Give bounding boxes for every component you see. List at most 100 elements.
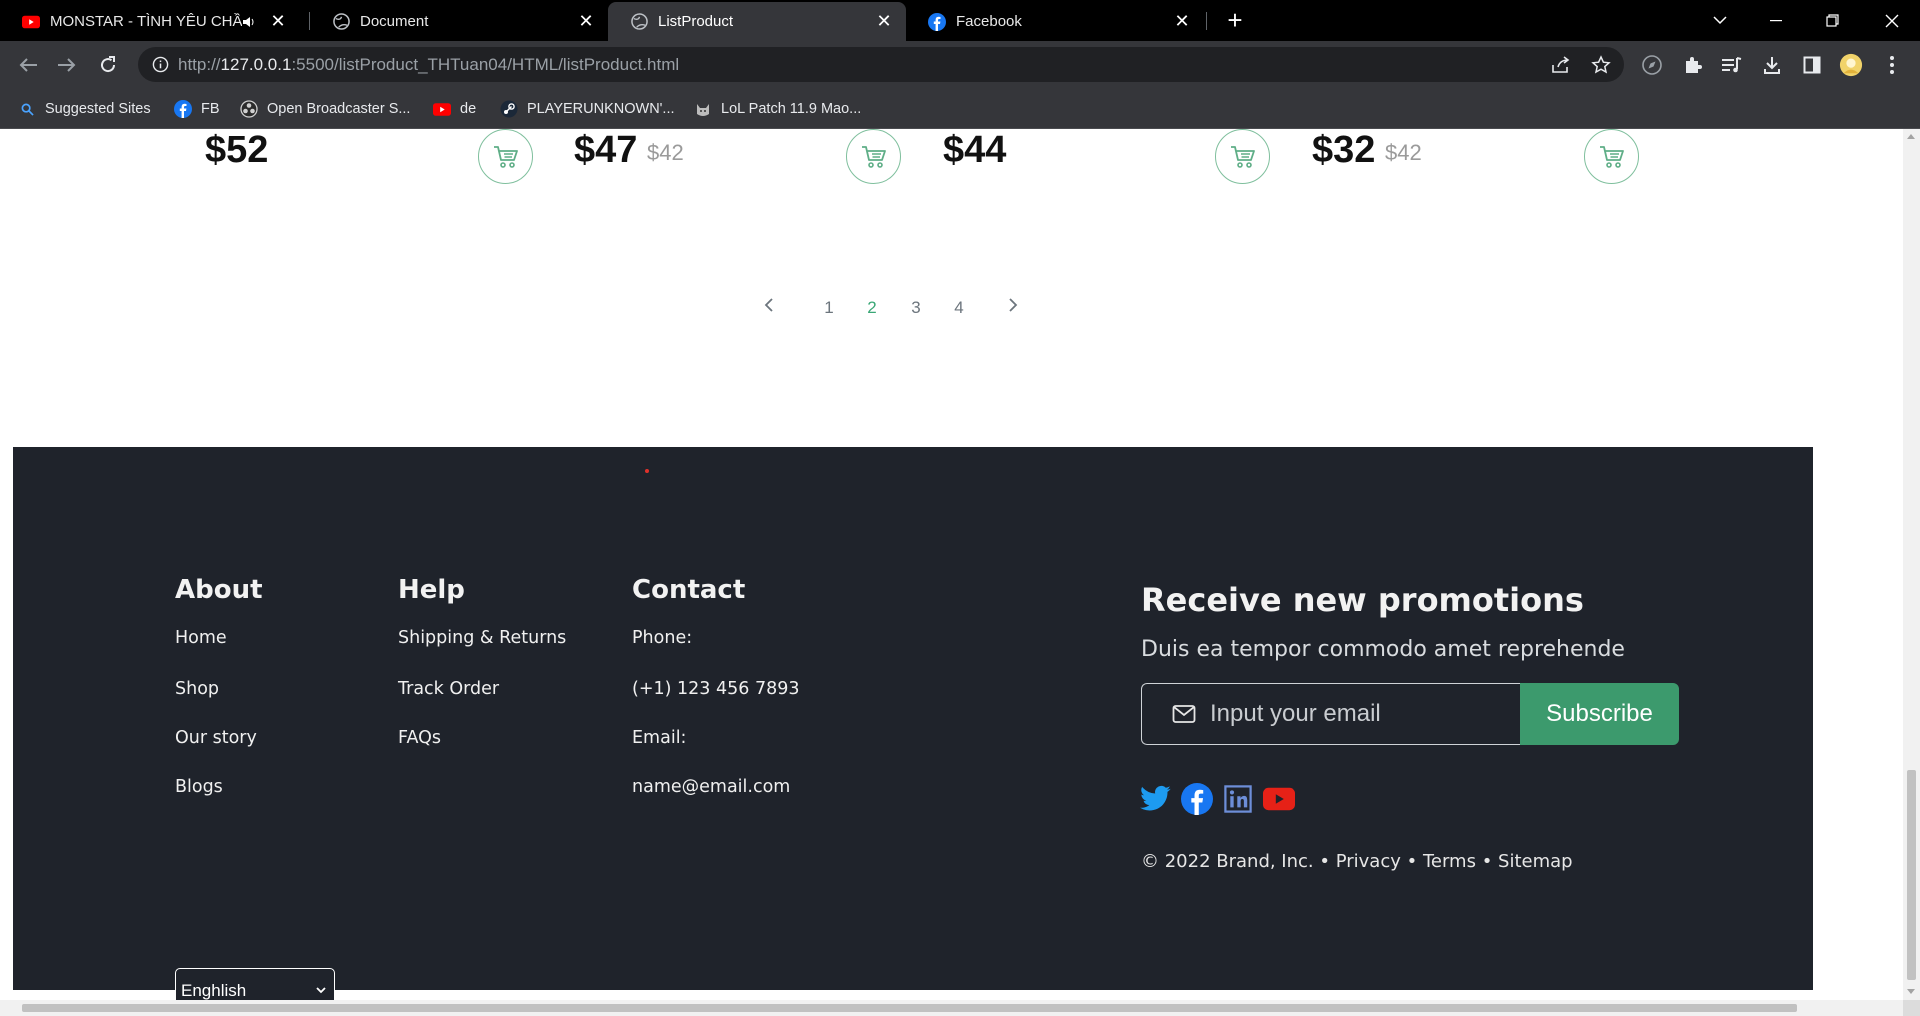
add-to-cart-button[interactable] (846, 129, 901, 184)
restore-icon[interactable] (1804, 0, 1860, 41)
address-bar[interactable]: http://127.0.0.1:5500/listProduct_THTuan… (138, 47, 1624, 82)
tab-document[interactable]: Document ✕ (310, 2, 608, 41)
media-queue-icon[interactable] (1720, 53, 1744, 77)
footer-link-sitemap[interactable]: Sitemap (1498, 851, 1573, 872)
bookmark-pubg[interactable]: PLAYERUNKNOWN'... (500, 89, 675, 129)
add-to-cart-button[interactable] (1215, 129, 1270, 184)
tab-title: MONSTAR - TÌNH YÊU CHẦM CHẬM (50, 13, 242, 30)
facebook-icon (928, 12, 946, 31)
site-info-icon[interactable] (152, 56, 169, 78)
tab-title: Facebook (956, 13, 1022, 30)
compass-extension-icon[interactable] (1640, 53, 1664, 77)
email-input[interactable]: Input your email (1141, 683, 1520, 745)
copyright-line: © 2022 Brand, Inc. • Privacy • Terms • S… (1141, 851, 1573, 872)
youtube-icon[interactable] (1263, 783, 1295, 815)
vertical-scrollbar[interactable] (1903, 129, 1920, 1000)
next-page-button[interactable] (1001, 293, 1025, 323)
tab-facebook[interactable]: Facebook ✕ (906, 2, 1204, 41)
share-icon[interactable] (1550, 54, 1572, 76)
minimize-icon[interactable] (1748, 0, 1804, 41)
horizontal-scrollbar[interactable] (0, 1000, 1903, 1016)
side-panel-icon[interactable] (1800, 53, 1824, 77)
url-path: :5500/listProduct_THTuan04/HTML/listProd… (291, 55, 680, 74)
extensions-icon[interactable] (1681, 53, 1705, 77)
footer-link-track-order[interactable]: Track Order (398, 679, 499, 699)
envelope-icon (1172, 705, 1196, 723)
bookmark-label: Open Broadcaster S... (267, 101, 411, 117)
scrollbar-corner (1903, 1000, 1920, 1016)
new-tab-button[interactable]: + (1221, 7, 1249, 35)
scroll-up-arrow[interactable] (1907, 134, 1915, 139)
url-host: 127.0.0.1 (220, 55, 292, 74)
bookmark-label: FB (201, 101, 220, 117)
footer-link-shop[interactable]: Shop (175, 679, 219, 699)
tab-listproduct[interactable]: ListProduct ✕ (608, 2, 906, 41)
chevron-right-icon (1009, 298, 1018, 312)
product-price: $44 (943, 129, 1007, 171)
bookmark-suggested-sites[interactable]: Suggested Sites (18, 89, 151, 129)
facebook-icon[interactable] (1181, 783, 1213, 815)
footer-link-our-story[interactable]: Our story (175, 728, 257, 748)
footer-contact-column: Contact Phone: (+1) 123 456 7893 Email: … (632, 575, 799, 797)
close-tab-icon[interactable]: ✕ (872, 10, 896, 34)
linkedin-icon[interactable] (1222, 783, 1254, 815)
footer-link-home[interactable]: Home (175, 628, 227, 648)
cart-icon (493, 145, 518, 168)
page-2-link[interactable]: 2 (860, 293, 884, 323)
prev-page-button[interactable] (757, 293, 781, 323)
cart-icon (1599, 145, 1624, 168)
bookmark-star-icon[interactable] (1590, 54, 1612, 76)
forward-icon[interactable] (51, 49, 83, 81)
bookmark-de[interactable]: de (433, 89, 476, 129)
bookmark-label: LoL Patch 11.9 Mao... (721, 101, 862, 117)
language-select-value: Enghlish (181, 980, 247, 1000)
footer-link-faqs[interactable]: FAQs (398, 728, 441, 748)
cart-icon (1230, 145, 1255, 168)
contact-email-label: Email: (632, 728, 687, 748)
bookmark-obs[interactable]: Open Broadcaster S... (240, 89, 410, 129)
footer-about-heading: About (175, 575, 263, 605)
page-3-link[interactable]: 3 (904, 293, 928, 323)
email-placeholder: Input your email (1210, 700, 1381, 727)
tab-search-icon[interactable] (1692, 0, 1748, 41)
product-price: $32 (1312, 129, 1376, 171)
bookmark-fb[interactable]: FB (174, 89, 220, 129)
product-old-price: $42 (1385, 140, 1422, 165)
contact-phone-value: (+1) 123 456 7893 (632, 679, 800, 699)
decorative-dot (645, 469, 649, 473)
tab-separator (1206, 12, 1207, 30)
close-tab-icon[interactable]: ✕ (574, 10, 598, 34)
url-text[interactable]: http://127.0.0.1:5500/listProduct_THTuan… (178, 47, 679, 82)
add-to-cart-button[interactable] (478, 129, 533, 184)
subscribe-button[interactable]: Subscribe (1520, 683, 1679, 745)
footer-link-terms[interactable]: Terms (1423, 851, 1476, 872)
twitter-icon[interactable] (1140, 783, 1172, 815)
footer-link-blogs[interactable]: Blogs (175, 777, 223, 797)
horizontal-scrollbar-thumb[interactable] (22, 1004, 1797, 1012)
product-card-price: $52 (205, 129, 535, 199)
vertical-scrollbar-thumb[interactable] (1907, 770, 1916, 980)
close-window-icon[interactable] (1864, 0, 1920, 41)
tab-youtube[interactable]: MONSTAR - TÌNH YÊU CHẦM CHẬM ✕ (0, 2, 300, 41)
chevron-down-icon (316, 987, 326, 994)
contact-phone-label: Phone: (632, 628, 693, 648)
profile-avatar[interactable] (1839, 53, 1863, 77)
footer-link-privacy[interactable]: Privacy (1336, 851, 1401, 872)
download-icon[interactable] (1760, 53, 1784, 77)
language-select[interactable]: Enghlish (175, 968, 335, 1000)
scroll-down-arrow[interactable] (1907, 989, 1915, 994)
reload-icon[interactable] (92, 49, 124, 81)
contact-email-value: name@email.com (632, 777, 791, 797)
back-icon[interactable] (12, 49, 44, 81)
close-tab-icon[interactable]: ✕ (1170, 10, 1194, 34)
page-4-link[interactable]: 4 (947, 293, 971, 323)
speaker-icon[interactable] (242, 16, 260, 28)
close-tab-icon[interactable]: ✕ (266, 10, 290, 34)
cat-icon (694, 100, 712, 118)
footer-link-shipping-returns[interactable]: Shipping & Returns (398, 628, 566, 648)
bookmark-lol-patch[interactable]: LoL Patch 11.9 Mao... (694, 89, 861, 129)
site-footer: About Home Shop Our story Blogs Help Shi… (13, 447, 1813, 1000)
menu-kebab-icon[interactable] (1880, 53, 1904, 77)
add-to-cart-button[interactable] (1584, 129, 1639, 184)
page-1-link[interactable]: 1 (817, 293, 841, 323)
